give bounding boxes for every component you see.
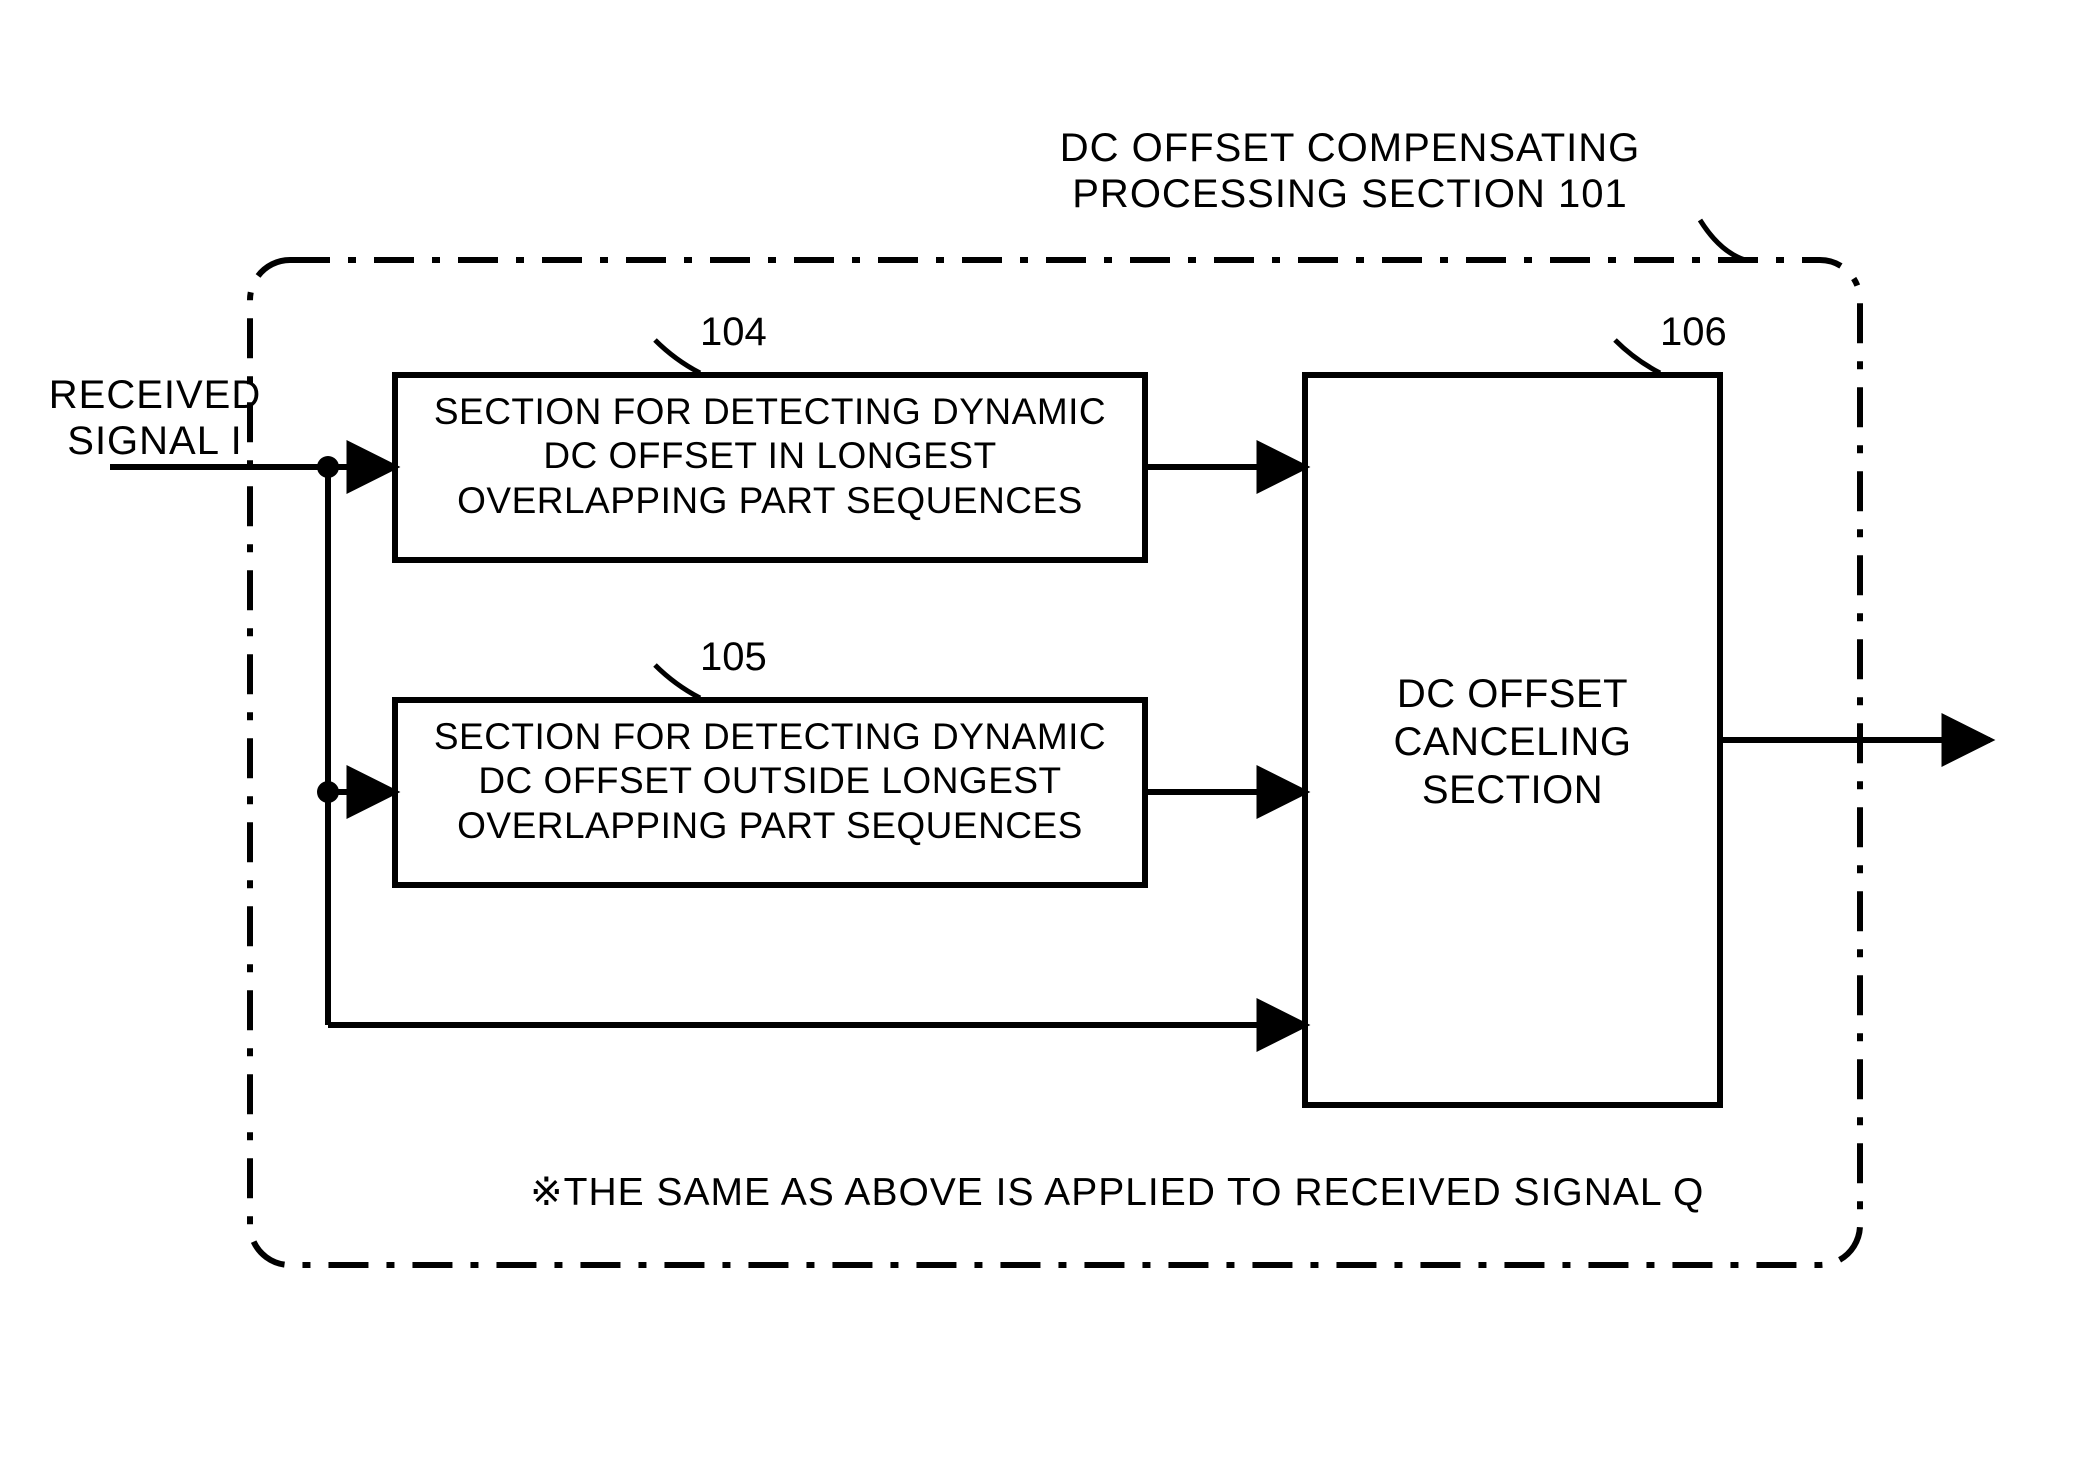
block-105-l1: SECTION FOR DETECTING DYNAMIC [434, 716, 1106, 757]
block-106-l3: SECTION [1422, 768, 1603, 812]
block-106-text: DC OFFSET CANCELING SECTION [1305, 670, 1720, 814]
block-105-text: SECTION FOR DETECTING DYNAMIC DC OFFSET … [395, 715, 1145, 848]
input-signal-label: RECEIVED SIGNAL I [40, 372, 270, 464]
block-106-pointer [1615, 340, 1660, 373]
block-104-l2: DC OFFSET IN LONGEST [543, 435, 996, 476]
title-line2: PROCESSING SECTION 101 [1072, 172, 1627, 216]
block-105-pointer [655, 665, 700, 698]
block-104-text: SECTION FOR DETECTING DYNAMIC DC OFFSET … [395, 390, 1145, 523]
block-104-pointer [655, 340, 700, 373]
block-106-l2: CANCELING [1394, 720, 1632, 764]
block-105-l3: OVERLAPPING PART SEQUENCES [457, 805, 1083, 846]
block-104-ref: 104 [700, 310, 767, 355]
title-pointer [1700, 220, 1745, 260]
block-104-l1: SECTION FOR DETECTING DYNAMIC [434, 391, 1106, 432]
input-label-l2: SIGNAL I [67, 419, 242, 463]
block-106-l1: DC OFFSET [1397, 672, 1628, 716]
block-106-ref: 106 [1660, 310, 1727, 355]
block-105-ref: 105 [700, 635, 767, 680]
block-105-l2: DC OFFSET OUTSIDE LONGEST [478, 760, 1061, 801]
title-line1: DC OFFSET COMPENSATING [1060, 126, 1641, 170]
input-label-l1: RECEIVED [49, 373, 262, 417]
junction-dot-1 [317, 456, 339, 478]
junction-dot-2 [317, 781, 339, 803]
section-101-title: DC OFFSET COMPENSATING PROCESSING SECTIO… [965, 125, 1735, 217]
block-104-l3: OVERLAPPING PART SEQUENCES [457, 480, 1083, 521]
footnote-text: ※THE SAME AS ABOVE IS APPLIED TO RECEIVE… [530, 1170, 1704, 1215]
